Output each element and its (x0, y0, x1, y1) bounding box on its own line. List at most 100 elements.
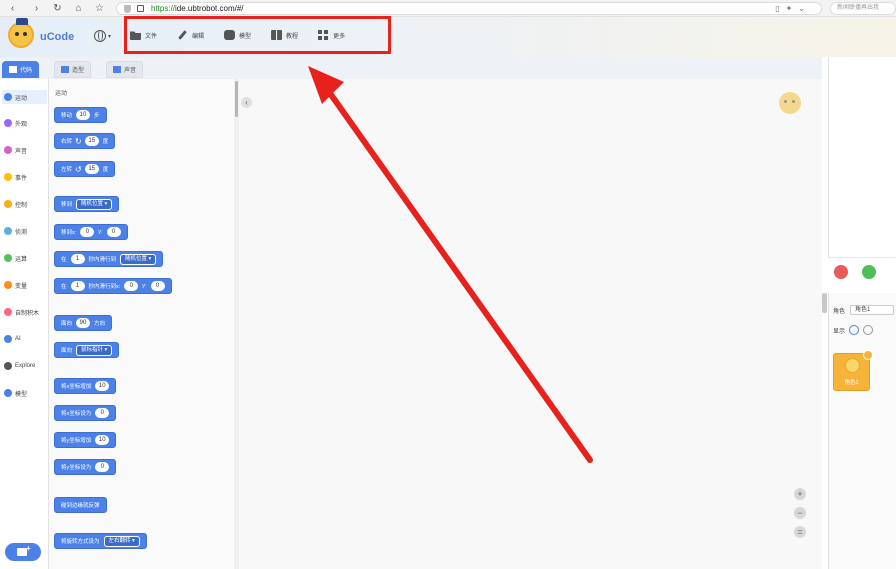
category-0[interactable]: 运动 (2, 90, 47, 104)
block-text: 面向 (61, 321, 73, 327)
block-number-input[interactable]: 0 (95, 408, 110, 418)
sprite-thumbnail-icon (845, 358, 860, 373)
motion-block[interactable]: 将旋转方式设为 左右翻转 ▾ (54, 533, 147, 549)
block-number-input[interactable]: 10 (95, 381, 110, 391)
rotate-arrow-icon: ↻ (75, 136, 82, 146)
add-extension-button[interactable] (5, 543, 41, 561)
block-number-input[interactable]: 1 (70, 281, 85, 291)
block-number-input[interactable]: 90 (76, 318, 91, 328)
category-label: 控制 (15, 202, 28, 209)
browser-search-input[interactable]: 新闻联播再出我 (830, 2, 896, 15)
category-9[interactable]: AI (2, 332, 47, 346)
reload-icon[interactable]: ↻ (51, 2, 64, 15)
sprite-label: 角色 (833, 308, 846, 315)
motion-block[interactable]: 右转 ↻ 15 度 (54, 133, 116, 149)
editor-tabs: 代码 造型 声音 (0, 57, 822, 79)
category-3[interactable]: 事件 (2, 170, 47, 184)
motion-block[interactable]: 面向 90 方向 (54, 315, 113, 331)
stop-button[interactable] (834, 265, 848, 279)
brush-icon (61, 66, 69, 73)
block-number-input[interactable]: 0 (95, 462, 110, 472)
block-number-input[interactable]: 15 (84, 164, 99, 174)
category-7[interactable]: 变量 (2, 278, 47, 292)
category-4[interactable]: 控制 (2, 197, 47, 211)
tab-sound[interactable]: 声音 (106, 61, 144, 78)
category-11[interactable]: 模型 (2, 386, 47, 400)
block-text: 度 (102, 167, 109, 173)
stage-area[interactable] (828, 57, 896, 257)
motion-block[interactable]: 将x坐标设为 0 (54, 405, 117, 421)
zoom-in-button[interactable]: + (794, 488, 806, 500)
home-icon[interactable]: ⌂ (72, 2, 85, 15)
code-workspace[interactable]: ‹ + − = (239, 79, 822, 569)
block-number-input[interactable]: 0 (106, 227, 121, 237)
zoom-reset-button[interactable]: = (794, 526, 806, 538)
block-number-input[interactable]: 10 (95, 435, 110, 445)
block-text: 碰到边缘就反弹 (61, 503, 100, 509)
category-2[interactable]: 声音 (2, 143, 47, 157)
category-icon (4, 227, 12, 235)
category-icon (4, 281, 12, 289)
sprite-name-input[interactable]: 角色1 (850, 305, 895, 315)
browser-toolbar: ‹ › ↻ ⌂ ☆ https://ide.ubtrobot.com/#/ ▯✦… (0, 0, 896, 17)
block-text: 将y坐标增加 (61, 438, 92, 444)
category-1[interactable]: 外观 (2, 116, 47, 130)
motion-block[interactable]: 移动 10 步 (54, 107, 107, 123)
block-number-input[interactable]: 10 (76, 110, 91, 120)
shield-icon (124, 5, 131, 13)
tab-code[interactable]: 代码 (2, 61, 40, 78)
motion-block[interactable]: 将x坐标增加 10 (54, 378, 117, 394)
block-text: 秒内滑行到 (88, 257, 117, 263)
motion-block[interactable]: 将y坐标增加 10 (54, 432, 117, 448)
hide-eye-icon[interactable] (863, 325, 874, 335)
show-eye-icon[interactable] (849, 325, 860, 335)
block-dropdown[interactable]: 鼠标指针 ▾ (76, 344, 113, 356)
block-number-input[interactable]: 0 (124, 281, 139, 291)
block-number-input[interactable]: 0 (80, 227, 95, 237)
motion-block[interactable]: 面向 鼠标指针 ▾ (54, 342, 120, 358)
panel-scrollbar[interactable] (822, 293, 827, 313)
address-bar[interactable]: https://ide.ubtrobot.com/#/ ▯✦⌄ (116, 2, 822, 15)
category-sidebar: 运动外观声音事件控制侦测运算变量自制积木 AI Explore 模型 (0, 79, 49, 569)
block-number-input[interactable]: 15 (84, 136, 99, 146)
language-globe-icon[interactable] (94, 30, 106, 42)
block-dropdown[interactable]: 左右翻转 ▾ (103, 535, 140, 547)
url-text: https://ide.ubtrobot.com/#/ (151, 4, 244, 13)
palette-title: 运动 (55, 91, 68, 97)
go-button[interactable] (862, 265, 876, 279)
category-icon (4, 173, 12, 181)
sprite-card[interactable]: 角色1 (833, 350, 873, 391)
motion-block[interactable]: 在 1 秒内滑行到x: 0 y: 0 (54, 278, 172, 294)
category-8[interactable]: 自制积木 (2, 305, 47, 319)
block-text: 步 (94, 113, 100, 119)
collapse-palette-button[interactable]: ‹ (241, 97, 252, 108)
motion-block[interactable]: 在 1 秒内滑行到 随机位置 ▾ (54, 251, 164, 267)
highlight-box (124, 16, 391, 54)
category-icon (4, 308, 12, 316)
scrollbar-thumb[interactable] (235, 81, 238, 117)
zoom-out-button[interactable]: − (794, 507, 806, 519)
block-number-input[interactable]: 0 (150, 281, 165, 291)
chevron-down-icon[interactable]: ▾ (108, 33, 111, 40)
motion-block[interactable]: 左转 ↺ 15 度 (54, 161, 116, 177)
delete-sprite-icon[interactable] (863, 350, 873, 360)
forward-icon[interactable]: › (30, 2, 43, 15)
back-icon[interactable]: ‹ (6, 2, 19, 15)
tab-costume[interactable]: 造型 (54, 61, 92, 78)
code-icon (9, 66, 17, 73)
category-6[interactable]: 运算 (2, 251, 47, 265)
category-icon (4, 119, 12, 127)
motion-block[interactable]: 将y坐标设为 0 (54, 459, 117, 475)
category-10[interactable]: Explore (2, 359, 47, 373)
motion-block[interactable]: 移到x: 0 y: 0 (54, 224, 128, 240)
category-label: 运算 (15, 256, 28, 263)
motion-block[interactable]: 碰到边缘就反弹 (54, 497, 107, 513)
motion-block[interactable]: 移到 随机位置 ▾ (54, 196, 120, 212)
block-dropdown[interactable]: 随机位置 ▾ (120, 253, 157, 265)
address-actions-icon[interactable]: ▯✦⌄ (775, 4, 811, 13)
block-number-input[interactable]: 1 (70, 254, 85, 264)
bookmark-star-icon[interactable]: ☆ (93, 2, 106, 15)
category-5[interactable]: 侦测 (2, 224, 47, 238)
tab-label: 代码 (20, 68, 33, 74)
block-dropdown[interactable]: 随机位置 ▾ (76, 198, 113, 210)
